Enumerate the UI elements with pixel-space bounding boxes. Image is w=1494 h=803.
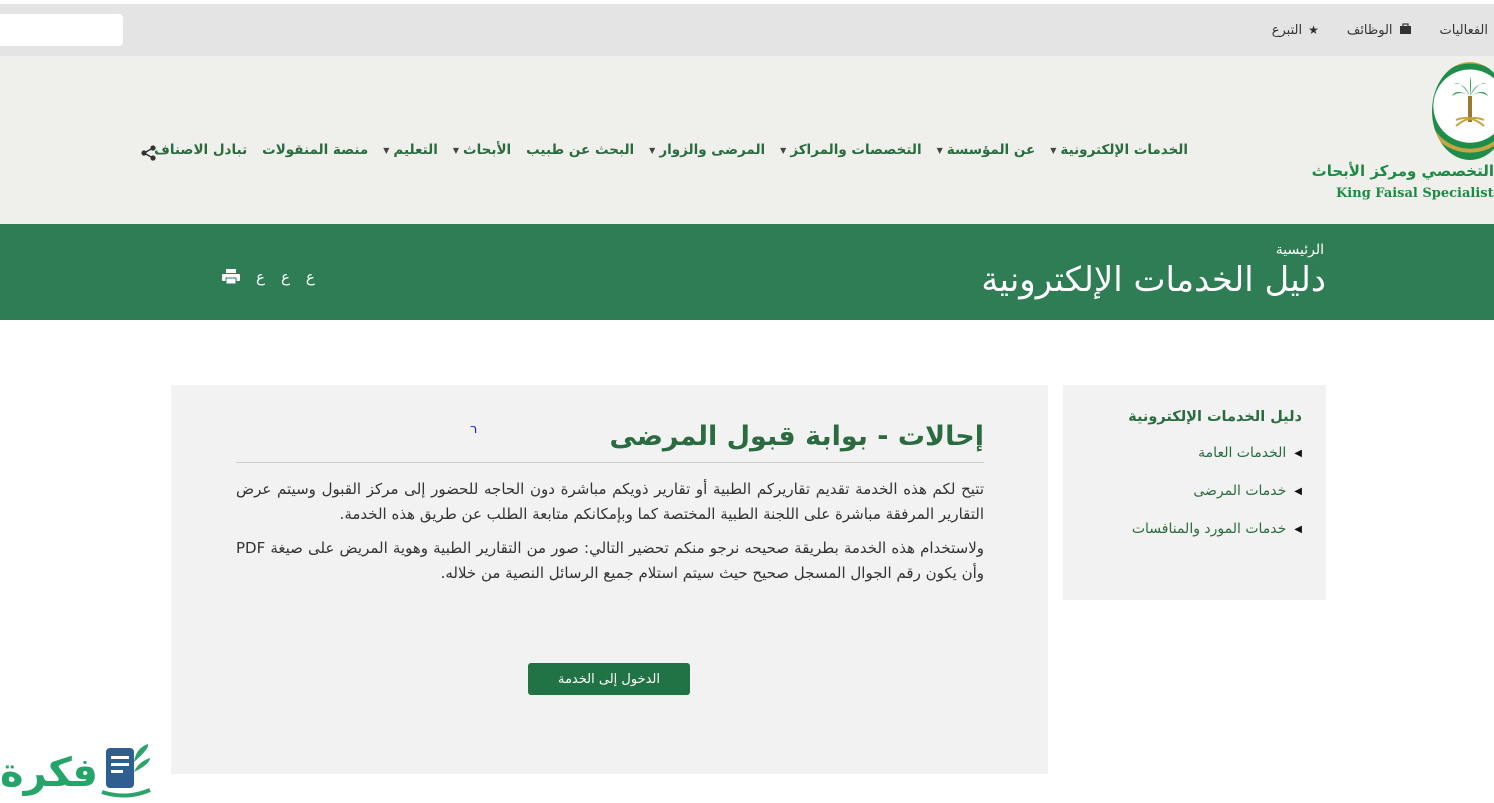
top-links: الفعاليات الوظائف ★ التبرع — [1272, 4, 1488, 56]
nav-item-e-services[interactable]: الخدمات الإلكترونية ▼ — [1050, 142, 1188, 158]
arrow-left-icon: ◀ — [1294, 485, 1302, 497]
palm-swords-icon — [1452, 76, 1488, 127]
page-banner: الرئيسية دليل الخدمات الإلكترونية ع ع ع — [0, 224, 1494, 320]
nav-item-movables[interactable]: منصة المنقولات — [262, 142, 368, 158]
briefcase-icon — [1399, 22, 1412, 38]
nav-item-find-doctor[interactable]: البحث عن طبيب — [526, 142, 634, 158]
logo-english-text: King Faisal Specialist Hosp — [1336, 186, 1494, 201]
page-title: دليل الخدمات الإلكترونية — [981, 260, 1326, 300]
top-link-donate-label: التبرع — [1271, 22, 1303, 38]
nav-item-education[interactable]: التعليم ▼ — [383, 142, 438, 158]
print-icon[interactable] — [222, 269, 240, 285]
caret-down-icon: ▼ — [452, 145, 460, 155]
nav-item-patients-label: المرضى والزوار — [659, 142, 766, 158]
caret-down-icon: ▼ — [383, 145, 390, 155]
sidebar-item-patients[interactable]: ◀ خدمات المرضى — [1083, 483, 1302, 499]
nav-item-specialties-label: التخصصات والمراكز — [790, 142, 922, 158]
stray-mark: ר — [470, 422, 478, 437]
sidebar-title: دليل الخدمات الإلكترونية — [1128, 409, 1302, 425]
search-input[interactable] — [0, 14, 123, 46]
arrow-left-icon: ◀ — [1294, 447, 1302, 459]
top-link-jobs[interactable]: الوظائف — [1347, 23, 1412, 38]
watermark-text: فكرة — [0, 750, 98, 796]
font-size-small-button[interactable]: ع — [306, 268, 315, 286]
top-link-events[interactable]: الفعاليات — [1440, 23, 1488, 38]
nav-item-exchange-label: تبادل الاصناف — [154, 142, 248, 158]
sidebar-item-patients-label: خدمات المرضى — [1193, 483, 1287, 499]
sidebar: دليل الخدمات الإلكترونية ◀ الخدمات العام… — [1063, 385, 1326, 600]
document-leaf-icon — [101, 744, 151, 798]
caret-down-icon: ▼ — [1050, 145, 1057, 155]
sidebar-item-general-label: الخدمات العامة — [1198, 445, 1287, 461]
caret-down-icon: ▼ — [936, 145, 943, 155]
arrow-left-icon: ◀ — [1294, 523, 1302, 535]
nav-item-research[interactable]: الأبحاث ▼ — [453, 142, 511, 158]
sidebar-item-general[interactable]: ◀ الخدمات العامة — [1083, 445, 1302, 461]
service-title: إحالات - بوابة قبول المرضى — [236, 421, 984, 463]
service-card-body: إحالات - بوابة قبول المرضى تتيح لكم هذه … — [236, 421, 984, 595]
star-icon: ★ — [1308, 23, 1319, 37]
nav-item-exchange[interactable]: تبادل الاصناف — [154, 142, 247, 158]
nav-item-research-label: الأبحاث — [463, 142, 512, 158]
top-bar: الفعاليات الوظائف ★ التبرع — [0, 4, 1494, 56]
nav-item-about-label: عن المؤسسة — [946, 142, 1036, 158]
nav-item-education-label: التعليم — [393, 142, 438, 158]
page-tools: ع ع ع — [222, 268, 315, 286]
top-link-jobs-label: الوظائف — [1346, 22, 1393, 38]
breadcrumb-home[interactable]: الرئيسية — [1276, 242, 1324, 258]
top-link-events-label: الفعاليات — [1439, 22, 1488, 38]
nav-item-movables-label: منصة المنقولات — [262, 142, 369, 158]
sidebar-item-suppliers[interactable]: ◀ خدمات المورد والمنافسات — [1083, 521, 1302, 537]
service-description: تتيح لكم هذه الخدمة تقديم تقاريركم الطبي… — [236, 480, 984, 523]
font-size-large-button[interactable]: ع — [256, 268, 265, 286]
sidebar-item-suppliers-label: خدمات المورد والمنافسات — [1131, 521, 1287, 537]
enter-service-button[interactable]: الدخول إلى الخدمة — [528, 663, 690, 695]
nav-item-specialties[interactable]: التخصصات والمراكز ▼ — [780, 142, 921, 158]
share-icon[interactable] — [140, 144, 158, 162]
nav-item-e-services-label: الخدمات الإلكترونية — [1060, 142, 1188, 158]
logo-arabic-text: التخصصي ومركز الأبحاث — [1311, 162, 1494, 180]
top-link-donate[interactable]: ★ التبرع — [1272, 23, 1319, 38]
nav-item-about[interactable]: عن المؤسسة ▼ — [937, 142, 1036, 158]
caret-down-icon: ▼ — [780, 145, 787, 155]
main-nav: الخدمات الإلكترونية ▼ عن المؤسسة ▼ التخص… — [154, 142, 1188, 158]
site-header: التخصصي ومركز الأبحاث King Faisal Specia… — [0, 56, 1494, 224]
caret-down-icon: ▼ — [649, 145, 656, 155]
font-size-medium-button[interactable]: ع — [281, 268, 290, 286]
nav-item-find-doctor-label: البحث عن طبيب — [526, 142, 635, 158]
service-card: إحالات - بوابة قبول المرضى تتيح لكم هذه … — [171, 385, 1048, 774]
service-requirements: ولاستخدام هذه الخدمة بطريقة صحيحه نرجو م… — [236, 539, 984, 582]
nav-item-patients[interactable]: المرضى والزوار ▼ — [649, 142, 765, 158]
